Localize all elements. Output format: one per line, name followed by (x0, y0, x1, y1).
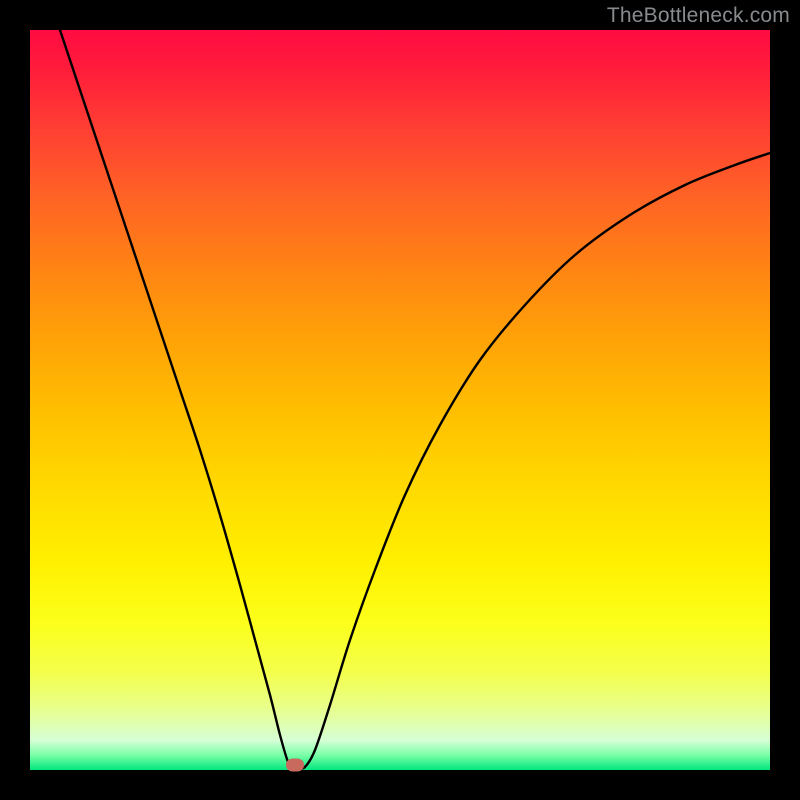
watermark-text: TheBottleneck.com (607, 4, 790, 28)
plot-area (30, 30, 770, 770)
bottleneck-curve (60, 30, 770, 769)
chart-frame: TheBottleneck.com (0, 0, 800, 800)
optimal-point-marker (286, 759, 304, 772)
curve-svg (30, 30, 770, 770)
